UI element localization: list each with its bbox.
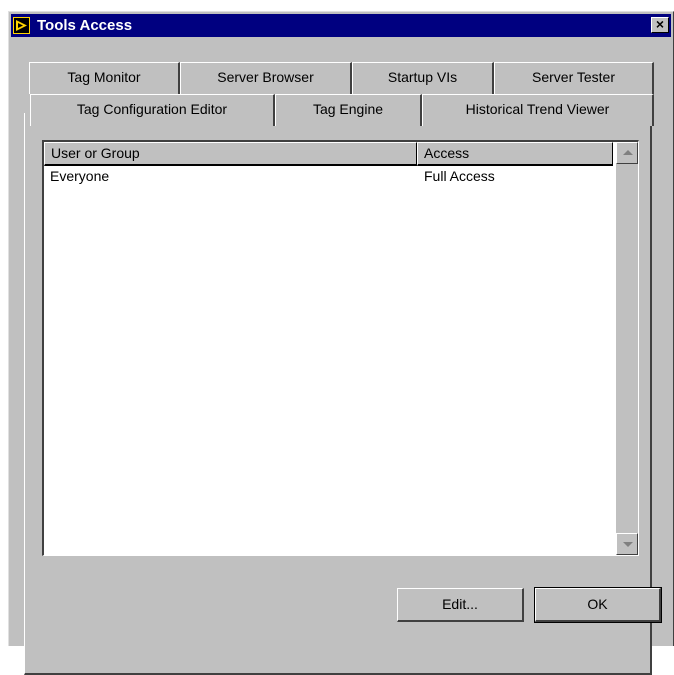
ok-button-label: OK: [587, 596, 608, 612]
column-header-label: User or Group: [51, 145, 140, 161]
tab-tag-engine[interactable]: Tag Engine: [275, 94, 422, 126]
tab-label: Tag Engine: [312, 101, 384, 117]
tab-tag-configuration-editor[interactable]: Tag Configuration Editor: [30, 94, 275, 126]
app-icon: [13, 17, 30, 34]
tab-label: Server Browser: [217, 69, 314, 85]
edit-button[interactable]: Edit...: [397, 588, 524, 622]
close-icon: ×: [655, 16, 665, 32]
arrow-down-icon: [623, 542, 633, 547]
edit-button-label: Edit...: [442, 596, 478, 612]
scroll-down-button[interactable]: [616, 533, 638, 555]
tab-server-browser[interactable]: Server Browser: [180, 62, 352, 94]
row-access-cell[interactable]: Full Access: [424, 167, 495, 185]
tab-label: Server Tester: [532, 69, 615, 85]
title-bar[interactable]: Tools Access ×: [11, 14, 671, 37]
column-header-user[interactable]: User or Group: [44, 142, 417, 166]
window-title: Tools Access: [37, 17, 133, 34]
tab-startup-vis[interactable]: Startup VIs: [352, 62, 494, 94]
row-user-cell[interactable]: Everyone: [50, 167, 109, 185]
close-button[interactable]: ×: [651, 17, 669, 33]
arrow-up-icon: [623, 150, 633, 155]
tab-label: Historical Trend Viewer: [465, 101, 610, 117]
scroll-up-button[interactable]: [616, 142, 638, 164]
tab-server-tester[interactable]: Server Tester: [494, 62, 654, 94]
access-list[interactable]: User or Group Access Everyone Full Acces…: [42, 140, 639, 556]
ok-button[interactable]: OK: [534, 587, 662, 623]
tab-label: Startup VIs: [387, 69, 458, 85]
tab-label: Tag Configuration Editor: [76, 101, 228, 117]
vertical-scrollbar[interactable]: [616, 142, 638, 555]
tab-label: Tag Monitor: [67, 69, 141, 85]
column-header-label: Access: [424, 145, 470, 161]
tab-historical-trend-viewer[interactable]: Historical Trend Viewer: [422, 94, 654, 126]
tab-tag-monitor[interactable]: Tag Monitor: [29, 62, 180, 94]
column-header-access[interactable]: Access: [417, 142, 613, 166]
